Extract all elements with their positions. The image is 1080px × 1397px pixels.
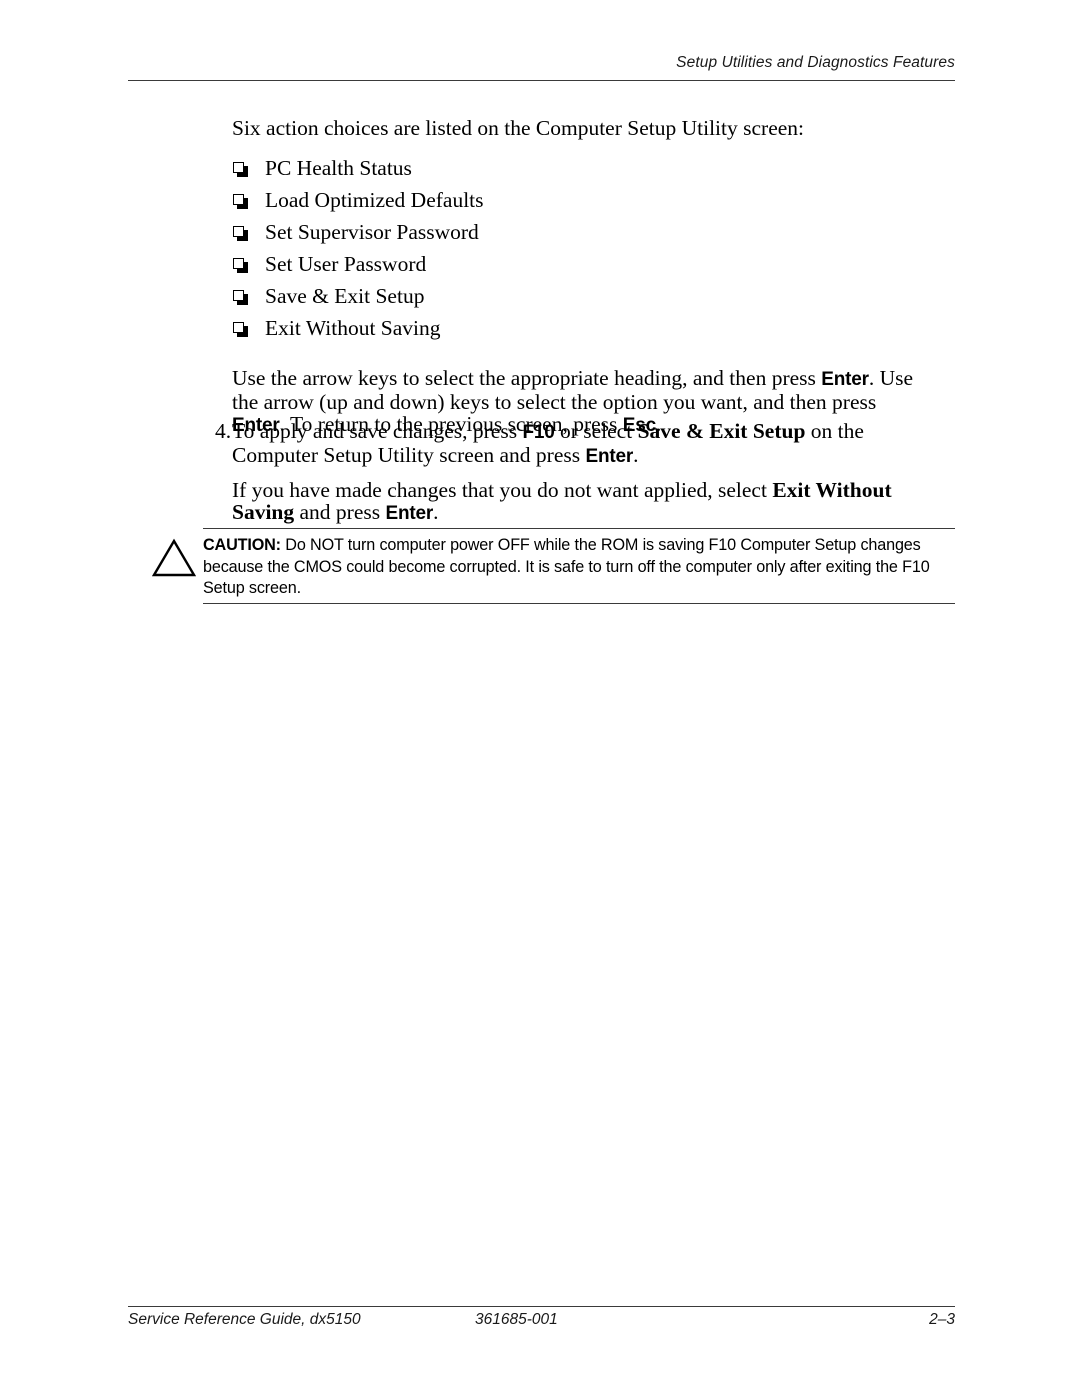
action-choices-list: PC Health Status Load Optimized Defaults… [232,152,484,344]
intro-paragraph: Six action choices are listed on the Com… [232,116,805,140]
box-bullet-icon [233,290,248,305]
list-item: Save & Exit Setup [232,280,484,312]
step-body: To apply and save changes, press F10 or … [232,420,955,525]
footer-page-number: 2–3 [929,1311,955,1328]
paragraph-segment: If you have made changes that you do not… [232,477,773,502]
list-item: PC Health Status [232,152,484,184]
step-sub-paragraph: If you have made changes that you do not… [232,477,955,526]
menu-item-save-and-exit-setup: Save & Exit Setup [637,419,806,443]
list-item-label: Save & Exit Setup [265,284,425,308]
paragraph-segment: To apply and save changes, press [232,419,523,443]
document-page: Setup Utilities and Diagnostics Features… [0,0,1080,1397]
box-bullet-icon [233,226,248,241]
caution-label: CAUTION: [203,536,281,554]
box-bullet-icon [233,194,248,209]
numbered-step-4: 4. To apply and save changes, press F10 … [215,420,955,525]
caution-rule-top [203,528,955,529]
caution-text: CAUTION: Do NOT turn computer power OFF … [203,535,955,600]
list-item-label: Load Optimized Defaults [265,188,484,212]
list-item: Exit Without Saving [232,312,484,344]
header-rule [128,80,955,81]
paragraph-segment: and press [294,499,386,524]
caution-body: Do NOT turn computer power OFF while the… [203,536,930,597]
list-item: Load Optimized Defaults [232,184,484,216]
paragraph-segment: or select [554,419,638,443]
key-enter: Enter [821,368,869,390]
footer-document-number: 361685-001 [475,1311,558,1328]
list-item-label: Set Supervisor Password [265,220,479,244]
key-f10: F10 [522,422,555,443]
key-enter: Enter [585,446,634,468]
key-enter: Enter [385,502,434,524]
warning-triangle-icon [152,538,196,577]
box-bullet-icon [233,162,248,177]
list-item: Set Supervisor Password [232,216,484,248]
step-number: 4. [215,419,232,443]
caution-rule-bottom [203,603,955,604]
list-item-label: Set User Password [265,252,427,276]
list-item: Set User Password [232,248,484,280]
running-header-chapter-title: Setup Utilities and Diagnostics Features [676,54,955,71]
box-bullet-icon [233,258,248,273]
list-item-label: PC Health Status [265,156,412,180]
footer-guide-title: Service Reference Guide, dx5150 [128,1311,361,1328]
paragraph-segment: . [433,499,439,524]
page-footer: Service Reference Guide, dx5150 361685-0… [128,1311,955,1337]
paragraph-segment: Use the arrow keys to select the appropr… [232,365,822,390]
paragraph-segment: . [633,443,639,468]
footer-rule [128,1306,955,1307]
list-item-label: Exit Without Saving [265,316,441,340]
box-bullet-icon [233,322,248,337]
